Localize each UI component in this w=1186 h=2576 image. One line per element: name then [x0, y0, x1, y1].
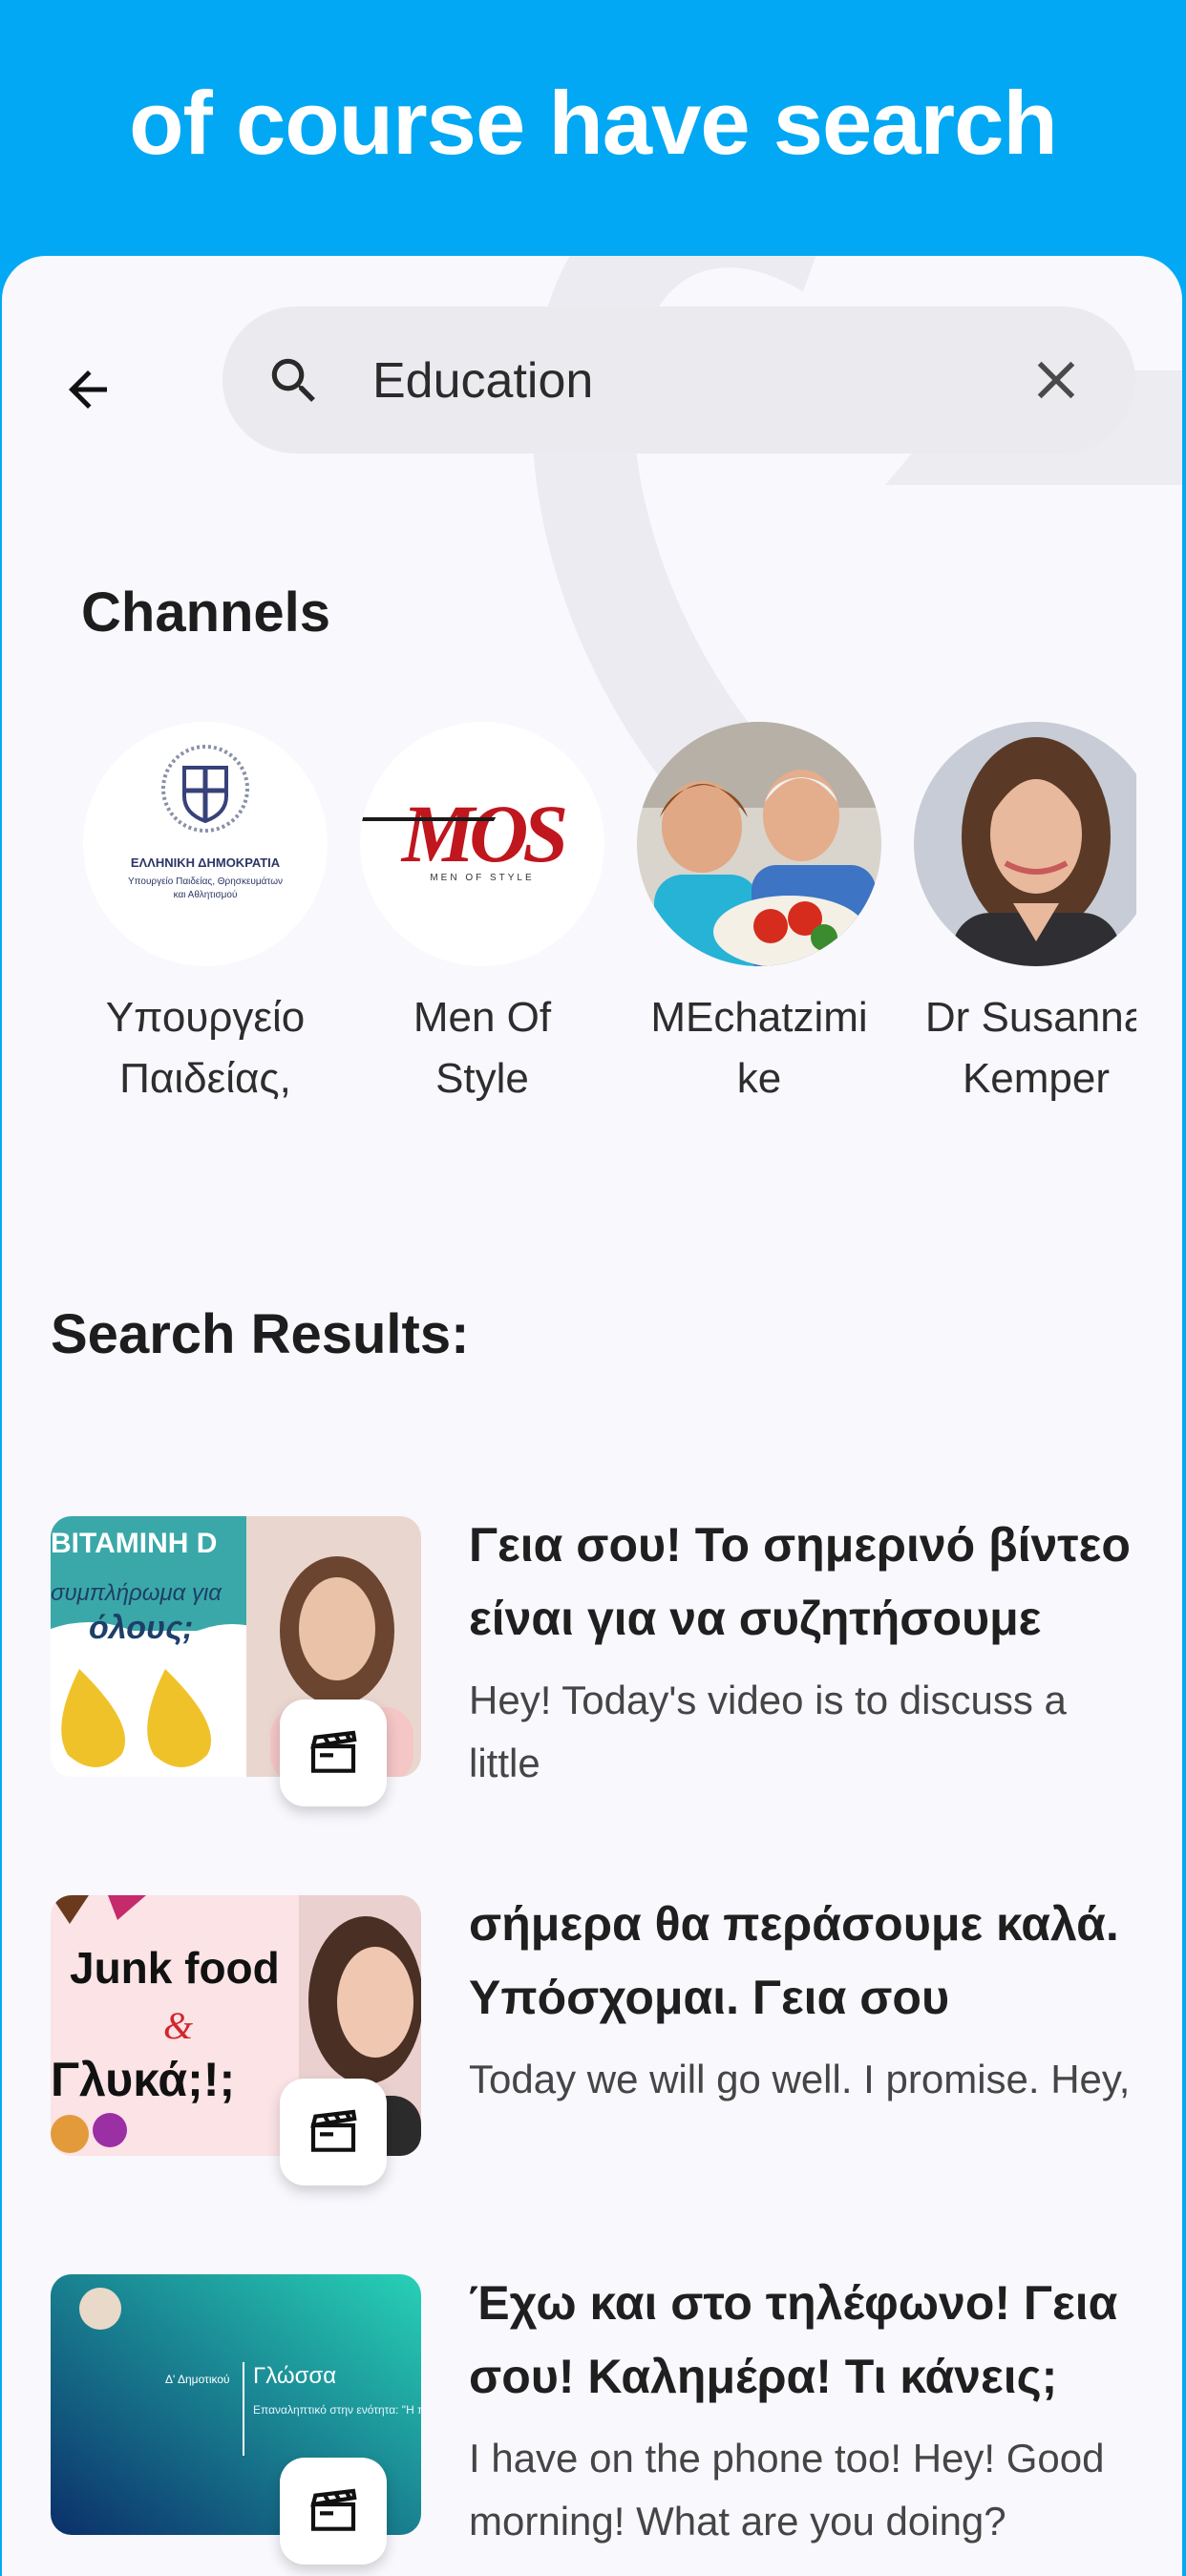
search-result-item[interactable]: Δ' Δημοτικού Γλώσσα Επαναληπτικό στην εν… — [51, 2274, 1139, 2565]
channel-list[interactable]: ΕΛΛΗΝΙΚΗ ΔΗΜΟΚΡΑΤΙΑ Υπουργείο Παιδείας, … — [2, 722, 1136, 1123]
clapperboard-icon — [310, 2488, 357, 2531]
clapperboard-icon — [310, 1730, 357, 1773]
clear-search-button[interactable] — [1025, 348, 1088, 412]
svg-text:&: & — [163, 2004, 193, 2047]
channel-name: Υπουργείο Παιδείας, — [105, 994, 306, 1102]
promo-banner: of course have search — [0, 0, 1186, 263]
clapperboard-badge — [280, 2458, 387, 2565]
svg-text:MEN OF STYLE: MEN OF STYLE — [430, 873, 534, 883]
svg-text:Υπουργείο Παιδείας, Θρησκευμάτ: Υπουργείο Παιδείας, Θρησκευμάτων — [128, 876, 283, 887]
search-result-item[interactable]: ΒΙΤΑΜΙΝΗ D συμπλήρωμα για όλους; Γεια σο… — [51, 1516, 1139, 1806]
result-title: σήμερα θα περάσουμε καλά. Υπόσχομαι. Γει… — [469, 1897, 1119, 2024]
channel-avatar: ΕΛΛΗΝΙΚΗ ΔΗΜΟΚΡΑΤΙΑ Υπουργείο Παιδείας, … — [83, 722, 328, 966]
svg-text:Επαναληπτικό στην ενότητα: "Η: Επαναληπτικό στην ενότητα: "Η παράσταση … — [253, 2403, 421, 2417]
woman-portrait-photo — [914, 722, 1136, 966]
svg-text:ΒΙΤΑΜΙΝΗ D: ΒΙΤΑΜΙΝΗ D — [51, 1528, 217, 1559]
svg-text:και Αθλητισμού: και Αθλητισμού — [174, 889, 238, 900]
channel-avatar — [637, 722, 881, 966]
result-description: I have on the phone too! Hey! Good morni… — [469, 2436, 1105, 2544]
channel-item[interactable]: MOS MEN OF STYLE Men Of Style — [344, 722, 621, 1109]
channel-name: Dr Susanna Kemper — [924, 994, 1136, 1102]
greek-emblem-icon: ΕΛΛΗΝΙΚΗ ΔΗΜΟΚΡΑΤΙΑ Υπουργείο Παιδείας, … — [128, 745, 283, 900]
search-result-item[interactable]: Junk food & Γλυκά;!; σήμερα θα περάσουμε… — [51, 1895, 1139, 2185]
search-results-heading: Search Results: — [51, 1303, 470, 1365]
channel-name: Men Of Style — [413, 994, 552, 1102]
svg-text:ΕΛΛΗΝΙΚΗ ΔΗΜΟΚΡΑΤΙΑ: ΕΛΛΗΝΙΚΗ ΔΗΜΟΚΡΑΤΙΑ — [131, 855, 281, 870]
result-title: Έχω και στο τηλέφωνο! Γεια σου! Καλημέρα… — [469, 2276, 1118, 2403]
result-description: Hey! Today's video is to discuss a littl… — [469, 1678, 1067, 1785]
channel-name: MEchatzimi ke — [650, 994, 868, 1102]
men-of-style-logo: MOS MEN OF STYLE — [360, 788, 571, 883]
search-screen: Channels ΕΛΛΗΝΙΚΗ ΔΗΜΟΚΡΑΤΙΑ Υπουργείο Π… — [2, 256, 1182, 2576]
svg-text:MOS: MOS — [400, 788, 566, 879]
svg-text:Δ' Δημοτικού: Δ' Δημοτικού — [165, 2373, 230, 2386]
result-title: Γεια σου! Το σημερινό βίντεο είναι για ν… — [469, 1518, 1131, 1645]
search-icon — [271, 358, 315, 402]
search-bar[interactable] — [222, 306, 1135, 454]
arrow-left-icon — [69, 370, 107, 409]
svg-text:όλους;: όλους; — [89, 1610, 194, 1646]
banner-title: of course have search — [129, 73, 1058, 173]
svg-text:Γλώσσα: Γλώσσα — [253, 2363, 336, 2389]
svg-text:συμπλήρωμα για: συμπλήρωμα για — [51, 1580, 222, 1606]
svg-text:Junk food: Junk food — [70, 1943, 280, 1993]
result-description: Today we will go well. I promise. Hey, — [469, 2057, 1131, 2101]
search-input[interactable] — [371, 342, 966, 420]
channel-avatar: MOS MEN OF STYLE — [360, 722, 604, 966]
channel-item[interactable]: MEchatzimi ke — [621, 722, 898, 1109]
clapperboard-badge — [280, 1700, 387, 1806]
clapperboard-icon — [310, 2109, 357, 2152]
clapperboard-badge — [280, 2079, 387, 2185]
svg-text:Γλυκά;!;: Γλυκά;!; — [51, 2053, 235, 2106]
channel-item[interactable]: Dr Susanna Kemper — [898, 722, 1136, 1109]
channels-heading: Channels — [81, 581, 331, 644]
couple-photo — [637, 722, 881, 966]
channel-avatar — [914, 722, 1136, 966]
back-button[interactable] — [50, 351, 126, 428]
channel-item[interactable]: ΕΛΛΗΝΙΚΗ ΔΗΜΟΚΡΑΤΙΑ Υπουργείο Παιδείας, … — [67, 722, 344, 1109]
